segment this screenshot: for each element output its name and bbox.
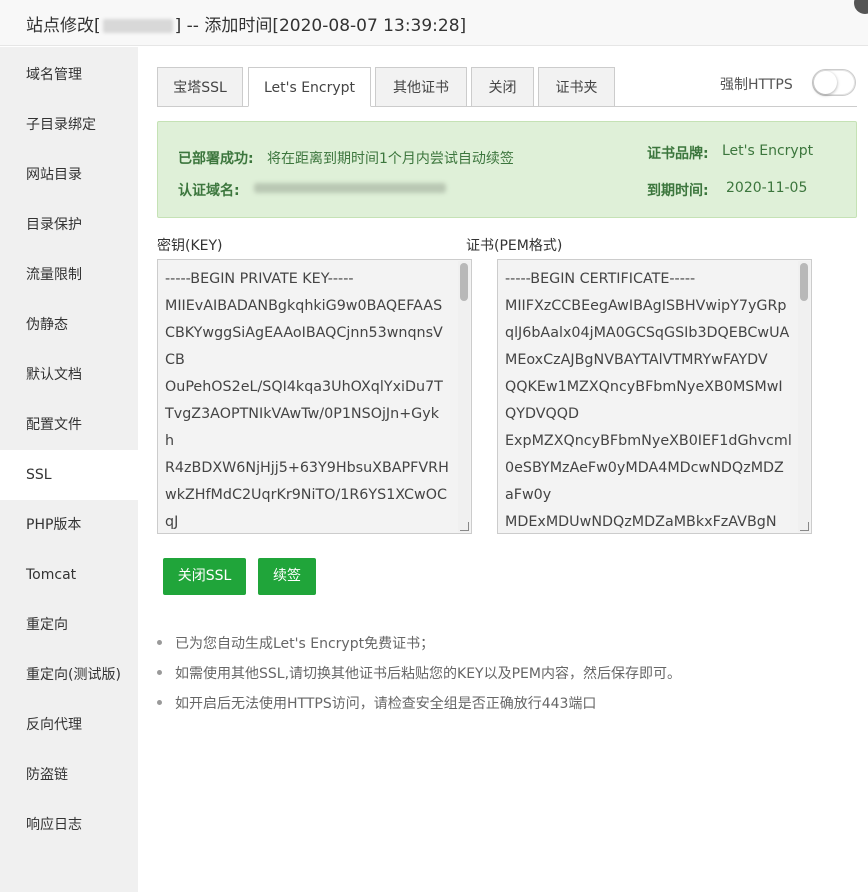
tip-item: 如开启后无法使用HTTPS访问，请检查安全组是否正确放行443端口	[157, 693, 596, 713]
sidebar-item-domain[interactable]: 域名管理	[0, 50, 138, 100]
sidebar-item-php-version[interactable]: PHP版本	[0, 500, 138, 550]
toggle-knob	[814, 71, 837, 94]
window-title-suffix: ] -- 添加时间[2020-08-07 13:39:28]	[174, 16, 467, 36]
brand-label: 证书品牌:	[647, 146, 709, 162]
key-scrollbar[interactable]	[458, 261, 470, 532]
sidebar-item-tomcat[interactable]: Tomcat	[0, 550, 138, 600]
sidebar-item-response-log[interactable]: 响应日志	[0, 800, 138, 850]
force-https-toggle[interactable]	[812, 69, 856, 96]
redacted-domain	[254, 183, 446, 193]
tab-other-cert[interactable]: 其他证书	[375, 67, 467, 107]
cert-textarea[interactable]: -----BEGIN CERTIFICATE----- MIIFXzCCBEeg…	[497, 259, 812, 534]
sidebar: 域名管理 子目录绑定 网站目录 目录保护 流量限制 伪静态 默认文档 配置文件 …	[0, 47, 138, 892]
tab-close[interactable]: 关闭	[471, 67, 534, 107]
close-icon[interactable]	[854, 0, 868, 14]
sidebar-item-reverse-proxy[interactable]: 反向代理	[0, 700, 138, 750]
close-ssl-button[interactable]: 关闭SSL	[163, 558, 246, 595]
cert-label: 证书(PEM格式)	[466, 238, 563, 254]
bullet-icon	[157, 639, 162, 645]
bullet-icon	[157, 669, 162, 675]
domain-label: 认证域名:	[178, 183, 240, 199]
expire-label: 到期时间:	[647, 183, 709, 199]
bullet-icon	[157, 699, 162, 705]
scroll-thumb[interactable]	[800, 263, 808, 301]
cert-scrollbar[interactable]	[798, 261, 810, 532]
key-text: -----BEGIN PRIVATE KEY----- MIIEvAIBADAN…	[165, 271, 449, 530]
window-title-prefix: 站点修改[	[26, 16, 101, 36]
window-title: 站点修改[ ] -- 添加时间[2020-08-07 13:39:28]	[26, 11, 466, 36]
sidebar-item-redirect[interactable]: 重定向	[0, 600, 138, 650]
cert-text: -----BEGIN CERTIFICATE----- MIIFXzCCBEeg…	[505, 271, 792, 530]
sidebar-item-site-dir[interactable]: 网站目录	[0, 150, 138, 200]
key-label: 密钥(KEY)	[157, 238, 223, 254]
sidebar-item-subdir[interactable]: 子目录绑定	[0, 100, 138, 150]
sidebar-item-traffic-limit[interactable]: 流量限制	[0, 250, 138, 300]
sidebar-item-rewrite[interactable]: 伪静态	[0, 300, 138, 350]
expire-value: 2020-11-05	[726, 180, 808, 196]
sidebar-item-default-doc[interactable]: 默认文档	[0, 350, 138, 400]
redacted-site-name	[102, 19, 173, 33]
resize-handle-icon[interactable]	[460, 522, 469, 531]
resize-handle-icon[interactable]	[800, 522, 809, 531]
renew-button[interactable]: 续签	[258, 558, 316, 595]
sidebar-item-redirect-beta[interactable]: 重定向(测试版)	[0, 650, 138, 700]
tip-item: 已为您自动生成Let's Encrypt免费证书；	[157, 633, 434, 653]
ssl-status-box: 已部署成功: 将在距离到期时间1个月内尝试自动续签 认证域名: 证书品牌: Le…	[157, 121, 857, 218]
tab-lets-encrypt[interactable]: Let's Encrypt	[248, 67, 371, 107]
sidebar-item-config-file[interactable]: 配置文件	[0, 400, 138, 450]
tip-item: 如需使用其他SSL,请切换其他证书后粘贴您的KEY以及PEM内容，然后保存即可。	[157, 663, 681, 683]
scroll-thumb[interactable]	[460, 263, 468, 301]
tab-bt-ssl[interactable]: 宝塔SSL	[157, 67, 243, 107]
tab-cert-folder[interactable]: 证书夹	[538, 67, 615, 107]
deployed-label: 已部署成功:	[178, 151, 254, 167]
deployed-text: 将在距离到期时间1个月内尝试自动续签	[267, 151, 514, 167]
sidebar-item-dir-protect[interactable]: 目录保护	[0, 200, 138, 250]
key-textarea[interactable]: -----BEGIN PRIVATE KEY----- MIIEvAIBADAN…	[157, 259, 472, 534]
force-https-label: 强制HTTPS	[720, 77, 793, 93]
sidebar-item-hotlink[interactable]: 防盗链	[0, 750, 138, 800]
sidebar-item-ssl[interactable]: SSL	[0, 450, 138, 500]
title-bar: 站点修改[ ] -- 添加时间[2020-08-07 13:39:28]	[0, 0, 868, 46]
brand-value: Let's Encrypt	[722, 143, 814, 159]
